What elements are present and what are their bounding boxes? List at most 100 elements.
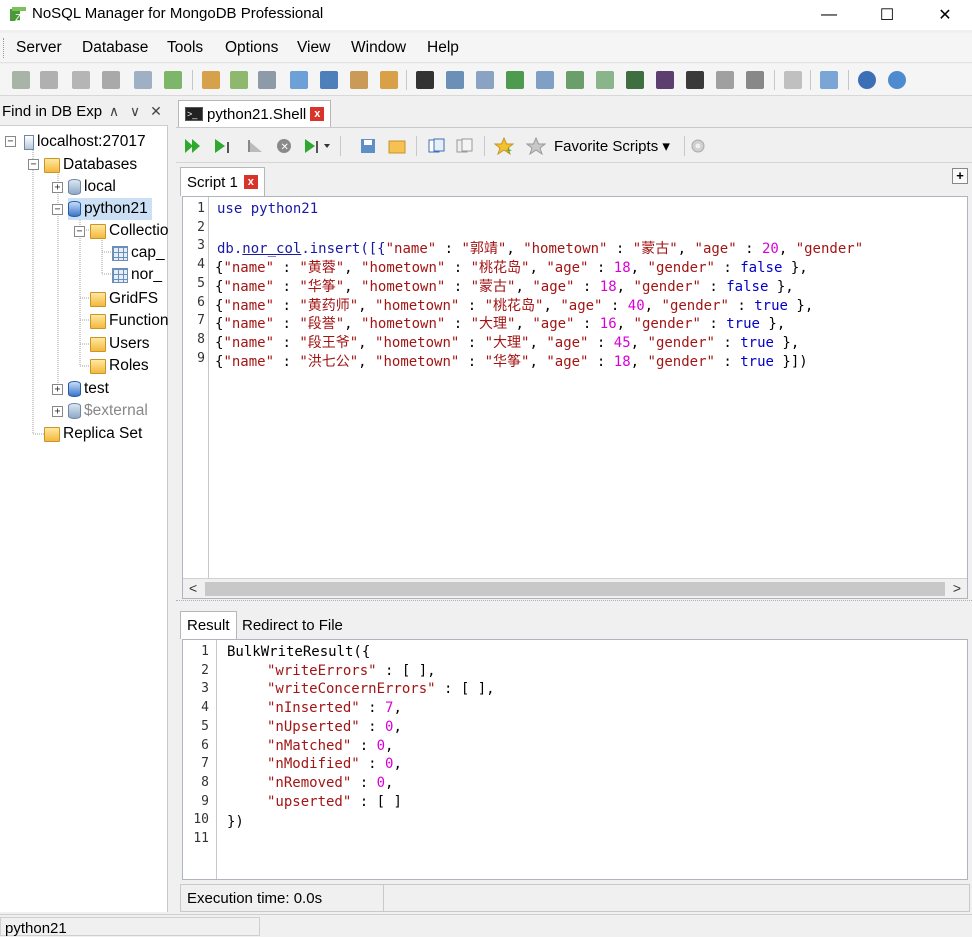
code-string: "hometown": [361, 260, 446, 277]
menu-server[interactable]: Server: [16, 39, 62, 57]
find-close-button[interactable]: ✕: [146, 101, 166, 121]
script-editor[interactable]: 123456789 use python21 db.nor_col.insert…: [182, 196, 968, 599]
server-icon[interactable]: [72, 71, 90, 89]
tree-collections[interactable]: Collections: [90, 220, 168, 242]
brush-icon[interactable]: [134, 71, 152, 89]
editor-result-splitter[interactable]: [176, 600, 972, 608]
settings-gear-icon[interactable]: [784, 71, 802, 89]
tree-icon[interactable]: [506, 71, 524, 89]
paste-script-icon[interactable]: [456, 138, 474, 154]
http-icon[interactable]: [746, 71, 764, 89]
close-window-button[interactable]: ✕: [916, 0, 972, 30]
script-tabs: Script 1 x +: [176, 164, 972, 196]
tree-replica-set[interactable]: Replica Set: [44, 423, 142, 445]
shell-icon[interactable]: [416, 71, 434, 89]
roles-icon[interactable]: [380, 71, 398, 89]
minimize-button[interactable]: —: [800, 0, 858, 30]
expand-databases-toggle[interactable]: −: [28, 159, 39, 170]
copy-script-icon[interactable]: [428, 138, 446, 154]
close-tab-icon[interactable]: x: [310, 107, 325, 121]
result-separator: :: [351, 774, 377, 791]
scroll-left-icon[interactable]: <: [189, 580, 197, 596]
edit-server-icon[interactable]: [102, 71, 120, 89]
users-icon[interactable]: [350, 71, 368, 89]
close-script-icon[interactable]: x: [243, 175, 258, 189]
result-viewer[interactable]: 1 2 3 4 5 6 7 8 9 10 11 BulkWriteResult({ "writeEr…: [182, 639, 968, 880]
save-icon[interactable]: [360, 138, 376, 154]
execute-current-icon[interactable]: [214, 138, 234, 154]
restore-icon[interactable]: [626, 71, 644, 89]
table-icon[interactable]: [290, 71, 308, 89]
add-script-button[interactable]: +: [952, 168, 968, 184]
find-down-button[interactable]: ∨: [125, 101, 145, 121]
scrollbar-thumb[interactable]: [205, 582, 945, 596]
menu-database[interactable]: Database: [82, 39, 148, 57]
editor-horizontal-scrollbar[interactable]: < >: [183, 578, 967, 598]
step-icon[interactable]: [246, 138, 264, 154]
home-icon[interactable]: [820, 71, 838, 89]
expand-server-toggle[interactable]: −: [5, 136, 16, 147]
stats-icon[interactable]: [716, 71, 734, 89]
menu-window[interactable]: Window: [351, 39, 406, 57]
find-in-db-explorer-label[interactable]: Find in DB Explorer: [2, 103, 102, 120]
menu-help[interactable]: Help: [427, 39, 459, 57]
tab-script-1[interactable]: Script 1 x: [180, 167, 265, 196]
tree-collection-nor[interactable]: nor_: [112, 264, 168, 286]
expand-test-toggle[interactable]: +: [52, 384, 63, 395]
tree-db-local[interactable]: local: [68, 176, 116, 198]
tree-users[interactable]: Users: [90, 333, 149, 355]
backup-icon[interactable]: [596, 71, 614, 89]
scroll-right-icon[interactable]: >: [953, 580, 961, 596]
help-icon[interactable]: [858, 71, 876, 89]
function-icon[interactable]: [320, 71, 338, 89]
new-collection-icon[interactable]: [230, 71, 248, 89]
menu-options[interactable]: Options: [225, 39, 278, 57]
execution-time: Execution time: 0.0s: [181, 885, 384, 911]
expand-python21-toggle[interactable]: −: [52, 204, 63, 215]
tree-databases[interactable]: Databases: [44, 154, 137, 176]
window-icon[interactable]: [446, 71, 464, 89]
menu-tools[interactable]: Tools: [167, 39, 203, 57]
open-folder-icon[interactable]: [388, 138, 406, 154]
maximize-button[interactable]: ☐: [858, 0, 916, 30]
tree-db-external[interactable]: $external: [68, 400, 148, 422]
compare-icon[interactable]: [656, 71, 674, 89]
import-icon[interactable]: [476, 71, 494, 89]
export-icon[interactable]: [536, 71, 554, 89]
tree-functions[interactable]: Functions: [90, 310, 168, 332]
expand-external-toggle[interactable]: +: [52, 406, 63, 417]
execute-all-icon[interactable]: [184, 138, 202, 154]
tree-db-test[interactable]: test: [68, 378, 109, 400]
add-favorite-icon[interactable]: +: [494, 137, 516, 155]
favorite-scripts-dropdown[interactable]: Favorite Scripts ▾: [554, 137, 670, 155]
expand-collections-toggle[interactable]: −: [74, 226, 85, 237]
script-settings-gear-icon[interactable]: [690, 138, 706, 154]
tree-roles[interactable]: Roles: [90, 355, 149, 377]
tab-redirect-to-file[interactable]: Redirect to File: [236, 611, 349, 639]
grid-icon[interactable]: [258, 71, 276, 89]
code-string: "gender": [661, 297, 729, 314]
refresh-icon[interactable]: [164, 71, 182, 89]
info-icon[interactable]: [888, 71, 906, 89]
menu-view[interactable]: View: [297, 39, 330, 57]
tree-gridfs[interactable]: GridFS: [90, 288, 158, 310]
tab-result[interactable]: Result: [180, 611, 237, 639]
collection-name: nor_col: [242, 241, 302, 257]
tree-collection-cap[interactable]: cap_: [112, 242, 168, 264]
tree-server[interactable]: localhost:27017: [24, 131, 146, 153]
tree-db-python21[interactable]: python21: [68, 198, 152, 220]
code-text: },: [768, 278, 794, 295]
run-options-icon[interactable]: [304, 138, 334, 154]
stop-icon[interactable]: ✕: [276, 138, 292, 154]
disconnect-icon[interactable]: [40, 71, 58, 89]
expand-local-toggle[interactable]: +: [52, 182, 63, 193]
result-line-10: }): [227, 814, 244, 830]
svg-text:Z: Z: [15, 13, 21, 23]
find-up-button[interactable]: ∧: [104, 101, 124, 121]
monitor-icon[interactable]: [686, 71, 704, 89]
connect-icon[interactable]: [12, 71, 30, 89]
tab-python21-shell[interactable]: >_ python21.Shell x: [178, 100, 332, 127]
copy-icon[interactable]: [566, 71, 584, 89]
favorite-star-icon[interactable]: [526, 137, 546, 155]
new-db-icon[interactable]: [202, 71, 220, 89]
